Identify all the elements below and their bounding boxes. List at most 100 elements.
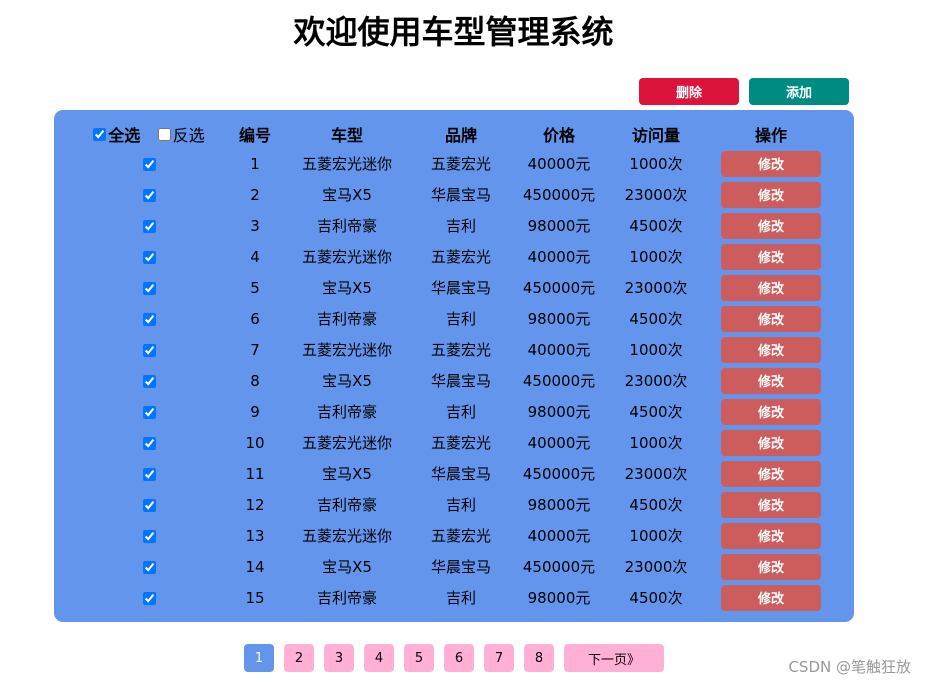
row-checkbox[interactable] xyxy=(142,374,156,388)
edit-button[interactable]: 修改 xyxy=(721,429,821,456)
row-actions: 修改 xyxy=(714,551,828,582)
row-id: 9 xyxy=(250,402,260,421)
row-id: 3 xyxy=(250,216,260,235)
header-actions: 操作 xyxy=(754,126,787,145)
row-price: 98000元 xyxy=(527,589,591,607)
row-model: 五菱宏光迷你 xyxy=(301,434,392,452)
row-id: 13 xyxy=(245,526,265,545)
add-button[interactable]: 添加 xyxy=(749,78,849,105)
pagination: 1 2 3 4 5 6 7 8 下一页》 xyxy=(244,644,664,672)
row-price: 98000元 xyxy=(527,403,591,421)
select-all-checkbox[interactable] xyxy=(93,127,107,141)
edit-button[interactable]: 修改 xyxy=(721,398,821,425)
page-button-7[interactable]: 7 xyxy=(484,644,514,672)
row-actions: 修改 xyxy=(714,303,828,334)
row-actions: 修改 xyxy=(714,396,828,427)
edit-button[interactable]: 修改 xyxy=(721,553,821,580)
row-brand: 五菱宏光 xyxy=(430,248,491,266)
row-checkbox[interactable] xyxy=(142,436,156,450)
row-brand: 华晨宝马 xyxy=(430,186,491,204)
row-select-cell xyxy=(80,210,218,241)
row-price: 98000元 xyxy=(527,496,591,514)
select-all-label: 全选 xyxy=(108,126,141,145)
row-checkbox[interactable] xyxy=(142,250,156,264)
row-actions: 修改 xyxy=(714,179,828,210)
next-page-button[interactable]: 下一页》 xyxy=(564,644,664,672)
page-button-2[interactable]: 2 xyxy=(284,644,314,672)
row-price: 450000元 xyxy=(522,372,596,390)
delete-button[interactable]: 删除 xyxy=(639,78,739,105)
table-row: 15 吉利帝豪 吉利 98000元 4500次 修改 xyxy=(80,582,828,613)
table-row: 6 吉利帝豪 吉利 98000元 4500次 修改 xyxy=(80,303,828,334)
edit-button[interactable]: 修改 xyxy=(721,367,821,394)
row-checkbox[interactable] xyxy=(142,188,156,202)
page-button-6[interactable]: 6 xyxy=(444,644,474,672)
page-button-1[interactable]: 1 xyxy=(244,644,274,672)
row-actions: 修改 xyxy=(714,489,828,520)
edit-button[interactable]: 修改 xyxy=(721,336,821,363)
row-select-cell xyxy=(80,179,218,210)
row-visits: 4500次 xyxy=(629,217,683,235)
row-brand: 五菱宏光 xyxy=(430,341,491,359)
row-checkbox[interactable] xyxy=(142,529,156,543)
row-brand: 华晨宝马 xyxy=(430,372,491,390)
row-actions: 修改 xyxy=(714,582,828,613)
row-brand: 吉利 xyxy=(445,217,476,235)
page-button-5[interactable]: 5 xyxy=(404,644,434,672)
row-visits: 1000次 xyxy=(629,527,683,545)
row-actions: 修改 xyxy=(714,241,828,272)
page-button-3[interactable]: 3 xyxy=(324,644,354,672)
select-all-control[interactable]: 全选 xyxy=(93,122,140,146)
row-brand: 吉利 xyxy=(445,310,476,328)
row-checkbox[interactable] xyxy=(142,560,156,574)
header-select-cell: 全选 反选 xyxy=(80,120,218,148)
row-select-cell xyxy=(80,396,218,427)
row-price: 450000元 xyxy=(522,558,596,576)
row-checkbox[interactable] xyxy=(142,281,156,295)
row-checkbox[interactable] xyxy=(142,591,156,605)
table-row: 4 五菱宏光迷你 五菱宏光 40000元 1000次 修改 xyxy=(80,241,828,272)
row-checkbox[interactable] xyxy=(142,219,156,233)
row-brand: 五菱宏光 xyxy=(430,155,491,173)
header-visits: 访问量 xyxy=(631,126,680,145)
table-row: 14 宝马X5 华晨宝马 450000元 23000次 修改 xyxy=(80,551,828,582)
page-title: 欢迎使用车型管理系统 xyxy=(293,13,614,51)
row-checkbox[interactable] xyxy=(142,343,156,357)
row-model: 宝马X5 xyxy=(322,372,372,390)
row-model: 宝马X5 xyxy=(322,279,372,297)
row-price: 450000元 xyxy=(522,465,596,483)
table-row: 3 吉利帝豪 吉利 98000元 4500次 修改 xyxy=(80,210,828,241)
row-checkbox[interactable] xyxy=(142,312,156,326)
row-model: 宝马X5 xyxy=(322,465,372,483)
row-select-cell xyxy=(80,520,218,551)
inverse-select-label: 反选 xyxy=(172,126,205,145)
edit-button[interactable]: 修改 xyxy=(721,491,821,518)
row-model: 宝马X5 xyxy=(322,558,372,576)
edit-button[interactable]: 修改 xyxy=(721,522,821,549)
row-model: 五菱宏光迷你 xyxy=(301,155,392,173)
edit-button[interactable]: 修改 xyxy=(721,212,821,239)
edit-button[interactable]: 修改 xyxy=(721,150,821,177)
page-button-4[interactable]: 4 xyxy=(364,644,394,672)
row-select-cell xyxy=(80,489,218,520)
row-checkbox[interactable] xyxy=(142,467,156,481)
table-header-row: 全选 反选 编号 车型 品牌 价格 访问量 操作 xyxy=(80,120,828,148)
edit-button[interactable]: 修改 xyxy=(721,460,821,487)
row-actions: 修改 xyxy=(714,520,828,551)
row-id: 7 xyxy=(250,340,260,359)
inverse-select-control[interactable]: 反选 xyxy=(157,122,205,146)
page-button-8[interactable]: 8 xyxy=(524,644,554,672)
row-checkbox[interactable] xyxy=(142,498,156,512)
edit-button[interactable]: 修改 xyxy=(721,181,821,208)
edit-button[interactable]: 修改 xyxy=(721,584,821,611)
header-model: 车型 xyxy=(330,126,363,145)
header-price: 价格 xyxy=(542,126,575,145)
row-model: 吉利帝豪 xyxy=(316,310,377,328)
row-checkbox[interactable] xyxy=(142,405,156,419)
inverse-select-checkbox[interactable] xyxy=(157,127,171,141)
edit-button[interactable]: 修改 xyxy=(721,243,821,270)
row-model: 吉利帝豪 xyxy=(316,403,377,421)
row-checkbox[interactable] xyxy=(142,157,156,171)
edit-button[interactable]: 修改 xyxy=(721,305,821,332)
edit-button[interactable]: 修改 xyxy=(721,274,821,301)
